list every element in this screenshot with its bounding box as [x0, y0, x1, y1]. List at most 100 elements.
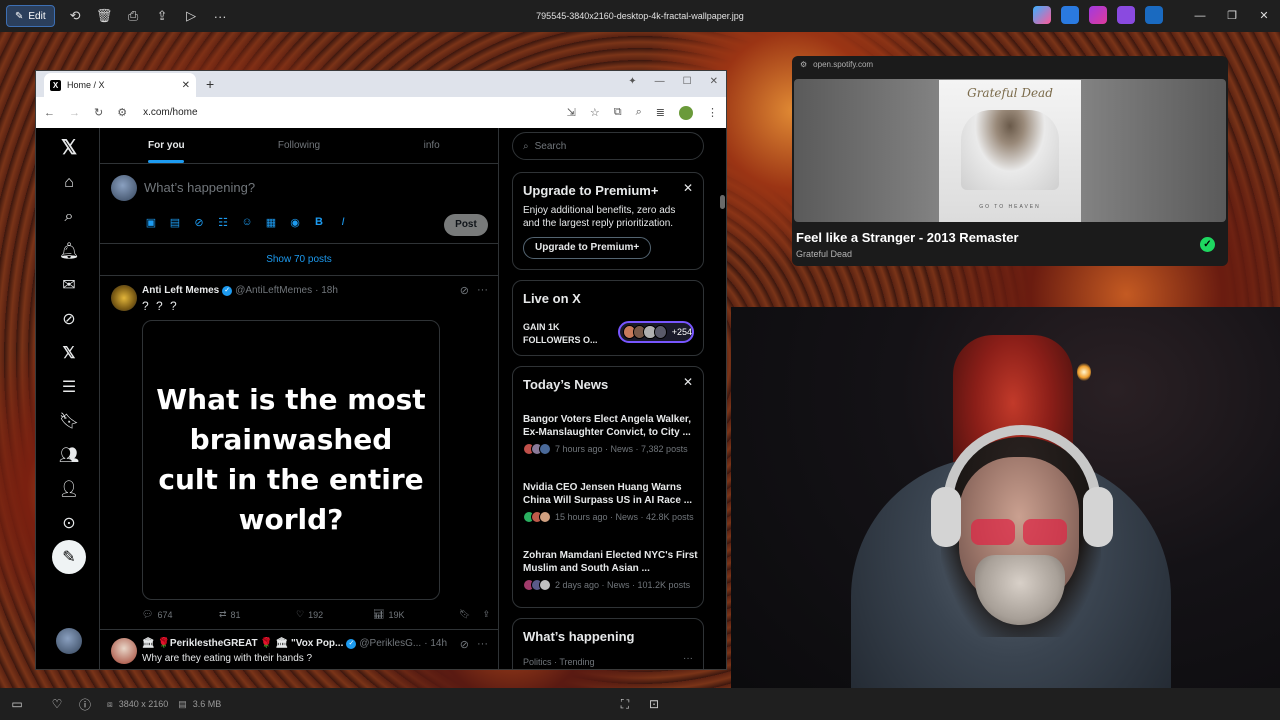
back-icon[interactable]: ← [44, 107, 55, 119]
trend-more-icon[interactable]: ··· [683, 653, 693, 664]
url-field[interactable]: x.com/home [143, 107, 197, 118]
install-app-icon[interactable]: ⇲ [567, 106, 576, 119]
repost-stat[interactable]: ⇄ 81 [219, 609, 296, 620]
tweet-time[interactable]: · 18h [315, 285, 338, 296]
tab-search-icon[interactable]: ⌕ [636, 106, 642, 119]
tweet-author-name[interactable]: 🏛 🌹PeriklestheGREAT 🌹 🏛 "Vox Pop... [142, 638, 343, 649]
tab-following[interactable]: Following [233, 128, 366, 163]
grok-compose-icon[interactable]: ⊘ [192, 216, 206, 229]
copilot-icon[interactable] [1033, 6, 1051, 24]
tab-for-you[interactable]: For you [100, 128, 233, 163]
news-item[interactable]: Bangor Voters Elect Angela Walker, Ex-Ma… [523, 413, 699, 455]
tab-info[interactable]: info [365, 128, 498, 163]
tweet-avatar[interactable] [111, 285, 137, 311]
page-scrollbar[interactable] [718, 185, 726, 669]
profile-icon[interactable]: 👤︎ [56, 476, 82, 502]
messages-mail-icon[interactable]: ✉ [56, 272, 82, 298]
filmstrip-icon[interactable]: ▭ [3, 688, 31, 720]
x-logo-icon[interactable]: 𝕏 [56, 134, 82, 160]
more-options-icon[interactable]: ⊙ [56, 510, 82, 536]
window-maximize-icon[interactable]: ☐ [683, 76, 692, 87]
clipchamp-icon[interactable] [1089, 6, 1107, 24]
news-item[interactable]: Zohran Mamdani Elected NYC's First Musli… [523, 549, 699, 591]
communities-icon[interactable]: 👥︎ [56, 442, 82, 468]
edit-button[interactable]: ✎ Edit [6, 5, 55, 27]
home-icon[interactable]: ⌂ [56, 170, 82, 196]
window-close-icon[interactable]: ✕ [710, 76, 718, 87]
fit-to-window-icon[interactable]: ⛶ [611, 688, 639, 720]
gif-icon[interactable]: ▤ [168, 216, 182, 229]
location-icon[interactable]: ◉ [288, 216, 302, 229]
tweet-avatar[interactable] [111, 638, 137, 664]
explore-search-icon[interactable]: ⌕ [56, 204, 82, 230]
extensions-icon[interactable]: ⧉ [614, 106, 622, 119]
song-title[interactable]: Feel like a Stranger - 2013 Remaster [796, 230, 1019, 245]
image-icon[interactable]: ▣ [144, 216, 158, 229]
delete-icon[interactable]: 🗑 [90, 5, 119, 27]
tab-close-icon[interactable]: ✕ [182, 80, 190, 91]
premium-x-icon[interactable]: 𝕏 [56, 340, 82, 366]
tweet[interactable]: 🏛 🌹PeriklestheGREAT 🌹 🏛 "Vox Pop... ✓ @P… [100, 630, 498, 669]
bookmark-icon[interactable]: 🔖︎ [459, 609, 470, 620]
favorite-heart-icon[interactable]: ♡ [43, 688, 71, 720]
tweet[interactable]: Anti Left Memes ✓ @AntiLeftMemes · 18h ⊘… [100, 276, 498, 630]
designer-icon[interactable] [1061, 6, 1079, 24]
browser-menu-icon[interactable]: ⋮ [707, 106, 718, 119]
premium-close-icon[interactable]: ✕ [683, 181, 693, 195]
forward-icon[interactable]: → [69, 107, 80, 119]
live-listeners-badge[interactable]: +254 [618, 321, 694, 343]
grok-tweet-icon[interactable]: ⊘ [460, 638, 469, 651]
like-stat[interactable]: ♡ 192 [296, 609, 373, 620]
print-icon[interactable]: ⎙ [119, 5, 148, 27]
notifications-bell-icon[interactable]: 🔔︎ [56, 238, 82, 264]
lists-icon[interactable]: ☰ [56, 374, 82, 400]
news-item[interactable]: Nvidia CEO Jensen Huang Warns China Will… [523, 481, 699, 523]
grok-tweet-icon[interactable]: ⊘ [460, 284, 469, 297]
site-info-icon[interactable]: ⚙ [117, 106, 127, 119]
compose-post-button[interactable]: ✎ [52, 540, 86, 574]
tweet-time[interactable]: · 14h [424, 638, 447, 649]
tweet-author-name[interactable]: Anti Left Memes [142, 285, 219, 296]
more-icon[interactable]: ··· [206, 5, 235, 27]
grok-icon[interactable]: ⊘ [56, 306, 82, 332]
schedule-icon[interactable]: ▦ [264, 216, 278, 229]
share-tweet-icon[interactable]: ⇪ [482, 609, 490, 620]
photos-app-icon[interactable] [1117, 6, 1135, 24]
italic-icon[interactable]: I [336, 216, 350, 229]
reply-stat[interactable]: 💬︎ 674 [142, 609, 219, 620]
poll-icon[interactable]: ☷ [216, 216, 230, 229]
slideshow-icon[interactable]: ▷ [177, 5, 206, 27]
rotate-icon[interactable]: ⟲ [61, 5, 90, 27]
tweet-more-icon[interactable]: ··· [477, 284, 488, 297]
actual-size-icon[interactable]: ⊡ [640, 688, 668, 720]
reload-icon[interactable]: ↻ [94, 106, 103, 119]
account-avatar[interactable] [56, 628, 82, 654]
bookmark-star-icon[interactable]: ☆ [590, 106, 600, 119]
live-space-title[interactable]: GAIN 1K FOLLOWERS O... [523, 321, 609, 347]
window-minimize-icon[interactable]: — [655, 76, 665, 87]
new-tab-icon[interactable]: + [206, 76, 214, 92]
profile-avatar[interactable] [679, 105, 693, 120]
views-stat[interactable]: 📊︎ 19K [373, 609, 450, 620]
scrollbar-thumb[interactable] [720, 195, 725, 209]
artist-name[interactable]: Grateful Dead [796, 249, 852, 259]
show-new-posts[interactable]: Show 70 posts [100, 244, 498, 276]
info-icon[interactable]: ⓘ [71, 688, 99, 720]
share-icon[interactable]: ⇪ [148, 5, 177, 27]
bold-icon[interactable]: B [312, 216, 326, 229]
close-icon[interactable]: ✕ [1248, 0, 1280, 32]
tweet-media[interactable]: What is the most brainwashed cult in the… [142, 320, 440, 600]
search-input[interactable]: ⌕ Search [512, 132, 704, 160]
browser-tab[interactable]: X Home / X ✕ [44, 73, 196, 97]
emoji-icon[interactable]: ☺ [240, 216, 254, 229]
post-button[interactable]: Post [444, 214, 488, 236]
tweet-more-icon[interactable]: ··· [477, 638, 488, 651]
bookmarks-icon[interactable]: 🔖︎ [56, 408, 82, 434]
gemini-icon[interactable]: ✦ [628, 76, 636, 87]
reading-list-icon[interactable]: ≣ [656, 106, 665, 119]
saved-check-icon[interactable]: ✓ [1200, 237, 1215, 252]
maximize-icon[interactable]: ❐ [1216, 0, 1248, 32]
tweet-handle[interactable]: @AntiLeftMemes [235, 285, 312, 296]
compose-input[interactable]: What’s happening? [144, 180, 255, 195]
news-close-icon[interactable]: ✕ [683, 375, 693, 389]
